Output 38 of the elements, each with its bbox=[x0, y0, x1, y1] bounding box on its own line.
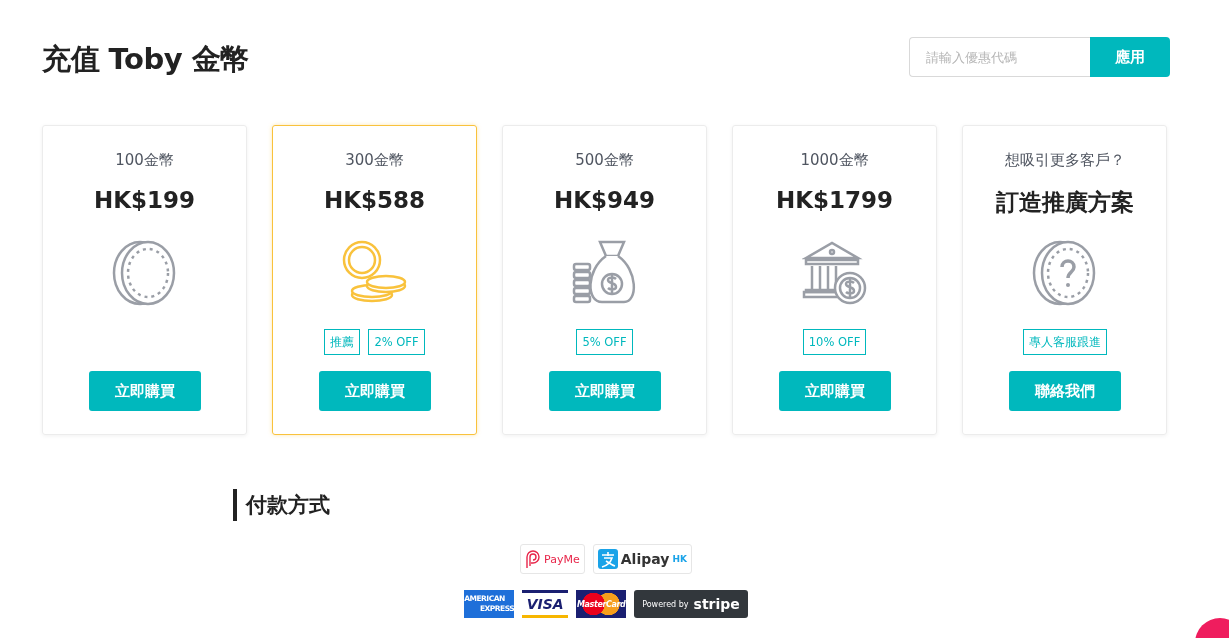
alipay-logo: Alipay HK bbox=[592, 544, 692, 574]
page-title: 充值 Toby 金幣 bbox=[42, 41, 249, 78]
package-title: 500金幣 bbox=[575, 151, 634, 171]
offer-tag: 2% OFF bbox=[368, 329, 425, 355]
visa-logo: VISA bbox=[522, 590, 569, 618]
offer-tag: 10% OFF bbox=[802, 329, 867, 355]
money-bag-icon bbox=[571, 240, 638, 306]
package-title: 想吸引更多客戶？ bbox=[1004, 151, 1125, 171]
apply-button[interactable]: 應用 bbox=[1090, 37, 1170, 77]
coin-icon bbox=[111, 240, 178, 306]
stripe-badge: Powered by stripe bbox=[634, 590, 748, 618]
package-card[interactable]: 300金幣 HK$588 推薦 2% OFF 立即購買 bbox=[272, 125, 477, 435]
package-price: HK$199 bbox=[93, 187, 196, 215]
buy-button[interactable]: 立即購買 bbox=[318, 371, 431, 411]
bank-icon bbox=[801, 240, 868, 306]
package-card[interactable]: 想吸引更多客戶？ 訂造推廣方案 專人客服跟進 聯絡我們 bbox=[962, 125, 1167, 435]
package-card[interactable]: 1000金幣 HK$1799 10% OFF 立即購買 bbox=[732, 125, 937, 435]
promo-code-field[interactable]: 請輸入優惠代碼 bbox=[909, 37, 1090, 77]
offer-tag: 專人客服跟進 bbox=[1022, 329, 1107, 355]
package-price: HK$588 bbox=[323, 187, 426, 215]
package-title: 1000金幣 bbox=[800, 151, 869, 171]
buy-button[interactable]: 聯絡我們 bbox=[1008, 371, 1121, 411]
package-title: 300金幣 bbox=[345, 151, 404, 171]
package-card[interactable]: 100金幣 HK$199 立即購買 bbox=[42, 125, 247, 435]
question-coin-icon bbox=[1031, 240, 1098, 306]
package-price: HK$1799 bbox=[775, 187, 894, 215]
package-price: 訂造推廣方案 bbox=[995, 188, 1134, 217]
buy-button[interactable]: 立即購買 bbox=[548, 371, 661, 411]
offer-tag: 推薦 bbox=[324, 329, 361, 355]
mastercard-logo: MasterCard bbox=[576, 590, 627, 618]
package-price: HK$949 bbox=[553, 187, 656, 215]
buy-button[interactable]: 立即購買 bbox=[778, 371, 891, 411]
buy-button[interactable]: 立即購買 bbox=[88, 371, 201, 411]
offer-tag: 5% OFF bbox=[576, 329, 633, 355]
package-card[interactable]: 500金幣 HK$949 5% OFF 立即購買 bbox=[502, 125, 707, 435]
package-title: 100金幣 bbox=[115, 151, 174, 171]
payme-logo: PayMe bbox=[520, 544, 585, 574]
section-heading: 付款方式 bbox=[233, 489, 1170, 521]
